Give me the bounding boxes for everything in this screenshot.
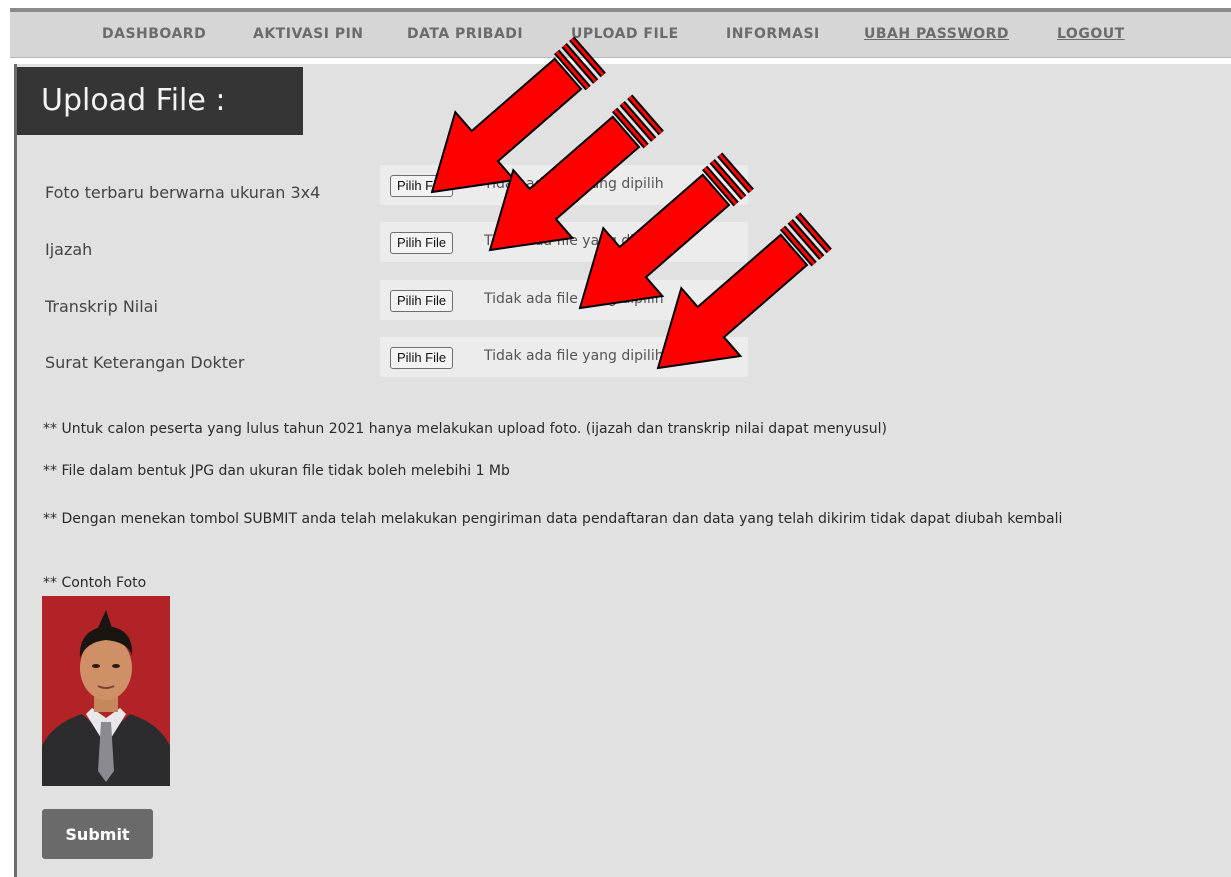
- field-label-foto: Foto terbaru berwarna ukuran 3x4: [45, 183, 321, 202]
- nav-data-pribadi[interactable]: DATA PRIBADI: [407, 26, 523, 42]
- note-format-file: ** File dalam bentuk JPG dan ukuran file…: [43, 463, 510, 479]
- example-photo-label: ** Contoh Foto: [43, 575, 147, 591]
- choose-file-button[interactable]: Pilih File: [390, 175, 454, 197]
- file-input-transkrip[interactable]: Pilih File Tidak ada file yang dipilih: [380, 280, 748, 320]
- file-status: Tidak ada file yang dipilih: [484, 233, 664, 249]
- top-navbar: DASHBOARD AKTIVASI PIN DATA PRIBADI UPLO…: [10, 12, 1231, 58]
- nav-upload-file[interactable]: UPLOAD FILE: [571, 26, 679, 42]
- field-label-ijazah: Ijazah: [45, 240, 93, 259]
- field-label-surat-dokter: Surat Keterangan Dokter: [45, 353, 245, 372]
- choose-file-button[interactable]: Pilih File: [390, 290, 454, 312]
- file-input-surat-dokter[interactable]: Pilih File Tidak ada file yang dipilih: [380, 337, 748, 377]
- nav-ubah-password[interactable]: UBAH PASSWORD: [864, 26, 1009, 42]
- file-status: Tidak ada file yang dipilih: [484, 348, 664, 364]
- choose-file-button[interactable]: Pilih File: [390, 347, 454, 369]
- note-submit-warning: ** Dengan menekan tombol SUBMIT anda tel…: [43, 511, 1063, 527]
- nav-dashboard[interactable]: DASHBOARD: [102, 26, 206, 42]
- example-photo-illustration: [42, 596, 170, 786]
- file-status: Tidak ada file yang dipilih: [484, 176, 664, 192]
- file-status: Tidak ada file yang dipilih: [484, 291, 664, 307]
- nav-aktivasi-pin[interactable]: AKTIVASI PIN: [253, 26, 364, 42]
- choose-file-button[interactable]: Pilih File: [390, 232, 454, 254]
- file-input-ijazah[interactable]: Pilih File Tidak ada file yang dipilih: [380, 222, 748, 262]
- page-title: Upload File :: [17, 67, 303, 135]
- file-input-foto[interactable]: Pilih File Tidak ada file yang dipilih: [380, 165, 748, 205]
- example-photo: [42, 596, 170, 786]
- field-label-transkrip: Transkrip Nilai: [45, 297, 158, 316]
- nav-logout[interactable]: LOGOUT: [1057, 26, 1125, 42]
- submit-button[interactable]: Submit: [42, 809, 153, 859]
- nav-informasi[interactable]: INFORMASI: [726, 26, 820, 42]
- note-lulus-2021: ** Untuk calon peserta yang lulus tahun …: [43, 421, 887, 437]
